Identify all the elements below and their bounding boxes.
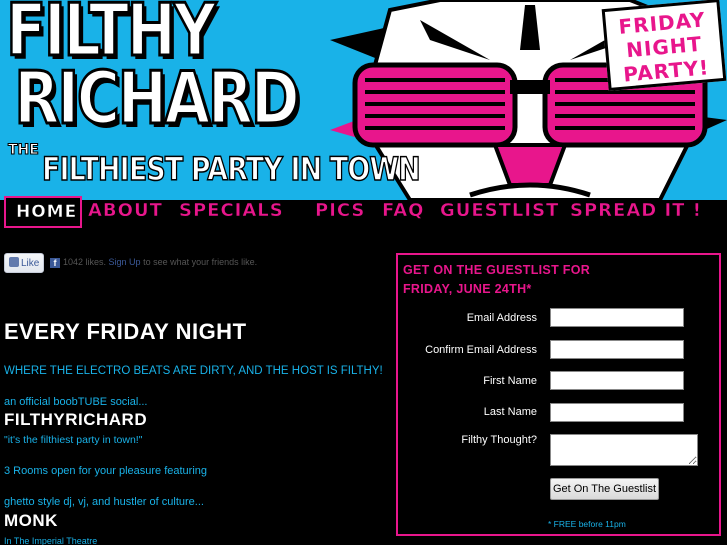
last-name-field[interactable]: [550, 403, 684, 422]
host-quote: "it's the filthiest party in town!": [4, 434, 143, 446]
email-field[interactable]: [550, 308, 684, 327]
official-social-text: an official boobTUBE social...: [4, 396, 148, 408]
venue-text: In The Imperial Theatre: [4, 536, 98, 545]
like-label: Like: [21, 258, 40, 269]
thought-textarea[interactable]: [550, 434, 698, 466]
first-name-field[interactable]: [550, 371, 684, 390]
signup-suffix: to see what your friends like.: [143, 257, 258, 267]
host-name: FILTHYRICHARD: [4, 410, 148, 429]
page-headline: EVERY FRIDAY NIGHT: [4, 319, 247, 344]
nav-home[interactable]: HOME: [4, 196, 82, 228]
tagline: FILTHIEST PARTY IN TOWN: [41, 149, 421, 189]
guestlist-title: GET ON THE GUESTLIST FOR FRIDAY, JUNE 24…: [403, 261, 703, 299]
logo-line-2: RICHARD: [13, 56, 301, 140]
main-nav: HOME ABOUT SPECIALS PICS FAQ GUESTLIST S…: [0, 196, 727, 230]
confirm-email-field[interactable]: [550, 340, 684, 359]
thumbs-up-icon: [9, 257, 19, 267]
facebook-icon: f: [50, 258, 60, 268]
free-entry-note: * FREE before 11pm: [548, 519, 626, 529]
nav-about[interactable]: ABOUT: [88, 200, 163, 222]
rooms-text: 3 Rooms open for your pleasure featuring: [4, 465, 208, 477]
facebook-like-count: f 1042 likes. Sign Up to see what your fr…: [50, 257, 257, 268]
confirm-email-label: Confirm Email Address: [425, 344, 537, 356]
guestlist-form: GET ON THE GUESTLIST FOR FRIDAY, JUNE 24…: [396, 253, 721, 536]
electro-tagline: WHERE THE ELECTRO BEATS ARE DIRTY, AND T…: [4, 365, 383, 377]
dj-description: ghetto style dj, vj, and hustler of cult…: [4, 496, 204, 508]
like-count-text: 1042 likes.: [63, 257, 107, 267]
facebook-signup-link[interactable]: Sign Up: [109, 257, 141, 267]
header-banner: FILTHY RICHARD THE FILTHIEST PARTY IN TO…: [0, 0, 727, 200]
first-name-label: First Name: [483, 375, 537, 387]
friday-night-party-badge: FRIDAY NIGHT PARTY!: [601, 0, 727, 91]
site-logo-title[interactable]: FILTHY RICHARD: [5, 0, 301, 140]
guestlist-title-line-2: FRIDAY, JUNE 24TH*: [403, 282, 532, 296]
guestlist-title-line-1: GET ON THE GUESTLIST FOR: [403, 263, 591, 277]
facebook-like-button[interactable]: Like: [4, 253, 44, 273]
dj-name: MONK: [4, 511, 58, 530]
email-label: Email Address: [466, 312, 537, 324]
thought-label: Filthy Thought?: [461, 434, 537, 446]
nav-spread-it[interactable]: SPREAD IT !: [570, 200, 702, 222]
last-name-label: Last Name: [483, 406, 537, 418]
nav-guestlist[interactable]: GUESTLIST: [440, 200, 559, 222]
tagline-prefix: THE: [8, 142, 40, 159]
nav-faq[interactable]: FAQ: [382, 200, 424, 222]
nav-specials[interactable]: SPECIALS: [179, 200, 284, 222]
nav-pics[interactable]: PICS: [315, 200, 365, 222]
guestlist-submit-button[interactable]: Get On The Guestlist: [550, 478, 659, 500]
